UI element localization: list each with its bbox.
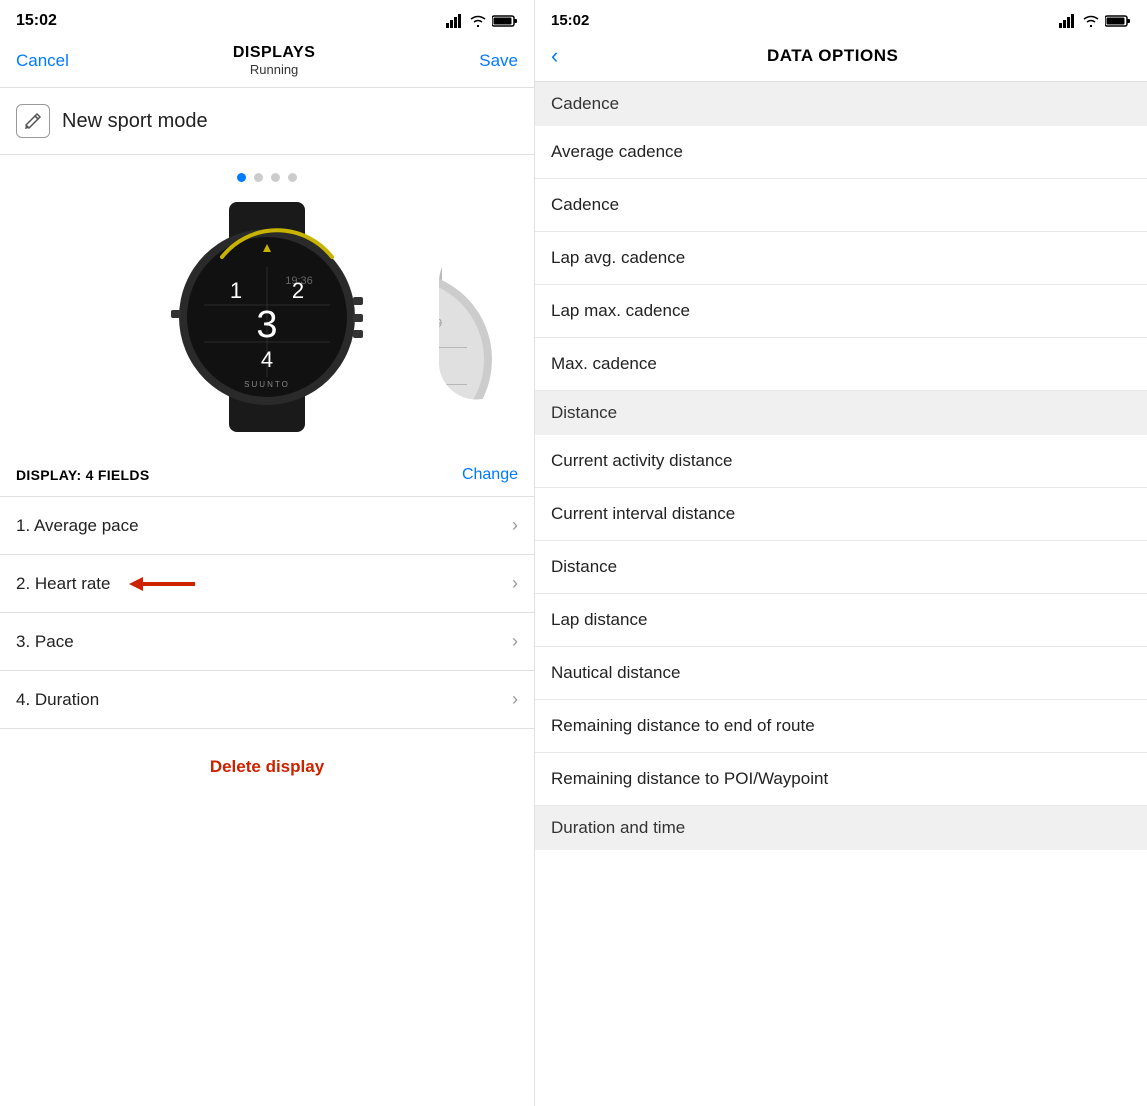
right-nav-bar: ‹ DATA OPTIONS bbox=[535, 37, 1147, 82]
option-lap-max-cadence[interactable]: Lap max. cadence bbox=[535, 285, 1147, 338]
left-panel: 15:02 Cancel bbox=[0, 0, 535, 1106]
field-label-3: 3. Pace bbox=[16, 632, 74, 652]
right-wifi-icon bbox=[1082, 14, 1100, 28]
chevron-icon-2: › bbox=[512, 573, 518, 594]
chevron-icon-4: › bbox=[512, 689, 518, 710]
right-battery-icon bbox=[1105, 14, 1131, 28]
field-label-1: 1. Average pace bbox=[16, 516, 139, 536]
option-max-cadence[interactable]: Max. cadence bbox=[535, 338, 1147, 391]
wifi-icon bbox=[469, 14, 487, 28]
data-options-title: DATA OPTIONS bbox=[767, 46, 898, 66]
svg-text:SUUNTO: SUUNTO bbox=[244, 380, 290, 389]
field-item-1[interactable]: 1. Average pace › bbox=[0, 497, 534, 555]
delete-display-section: Delete display bbox=[0, 729, 534, 777]
display-fields-title: DISPLAY: 4 FIELDS bbox=[16, 467, 149, 483]
field-item-2[interactable]: 2. Heart rate › bbox=[0, 555, 534, 613]
field-2-with-arrow: 2. Heart rate bbox=[16, 574, 199, 594]
left-nav-bar: Cancel DISPLAYS Running Save bbox=[0, 38, 534, 88]
option-remaining-route[interactable]: Remaining distance to end of route bbox=[535, 700, 1147, 753]
option-current-interval-distance[interactable]: Current interval distance bbox=[535, 488, 1147, 541]
signal-icon bbox=[446, 14, 464, 28]
left-status-icons bbox=[446, 14, 518, 28]
svg-text:19: 19 bbox=[439, 318, 442, 330]
field-label-4: 4. Duration bbox=[16, 690, 99, 710]
displays-title-block: DISPLAYS Running bbox=[233, 44, 316, 77]
option-nautical-distance[interactable]: Nautical distance bbox=[535, 647, 1147, 700]
svg-text:1: 1 bbox=[230, 278, 242, 303]
right-status-icons bbox=[1059, 14, 1131, 28]
watch-display-area: 19:36 1 2 3 4 SUUNTO bbox=[0, 192, 534, 452]
duration-header: Duration and time bbox=[535, 806, 1147, 850]
field-item-3[interactable]: 3. Pace › bbox=[0, 613, 534, 671]
cadence-header: Cadence bbox=[535, 82, 1147, 126]
field-item-4[interactable]: 4. Duration › bbox=[0, 671, 534, 729]
option-average-cadence[interactable]: Average cadence bbox=[535, 126, 1147, 179]
option-distance[interactable]: Distance bbox=[535, 541, 1147, 594]
sport-mode-label: New sport mode bbox=[62, 110, 208, 133]
save-button[interactable]: Save bbox=[479, 51, 518, 71]
left-status-bar: 15:02 bbox=[0, 0, 534, 38]
sport-mode-icon bbox=[16, 104, 50, 138]
left-time: 15:02 bbox=[16, 12, 57, 30]
chevron-icon-3: › bbox=[512, 631, 518, 652]
display-fields-header: DISPLAY: 4 FIELDS Change bbox=[0, 452, 534, 496]
watch-svg: 19:36 1 2 3 4 SUUNTO bbox=[157, 202, 377, 432]
dot-1[interactable] bbox=[237, 173, 246, 182]
cancel-button[interactable]: Cancel bbox=[16, 51, 69, 71]
dot-2[interactable] bbox=[254, 173, 263, 182]
svg-text:3: 3 bbox=[256, 304, 277, 346]
field-label-2: 2. Heart rate bbox=[16, 574, 111, 594]
change-button[interactable]: Change bbox=[462, 466, 518, 484]
dot-4[interactable] bbox=[288, 173, 297, 182]
option-remaining-poi[interactable]: Remaining distance to POI/Waypoint bbox=[535, 753, 1147, 806]
option-cadence[interactable]: Cadence bbox=[535, 179, 1147, 232]
svg-text:4: 4 bbox=[261, 347, 273, 372]
option-lap-avg-cadence[interactable]: Lap avg. cadence bbox=[535, 232, 1147, 285]
sport-mode-row[interactable]: New sport mode bbox=[0, 88, 534, 155]
svg-text:2: 2 bbox=[292, 278, 304, 303]
watch-peek: 1 3 19 5 bbox=[439, 245, 514, 400]
field-list: 1. Average pace › 2. Heart rate › 3. Pac… bbox=[0, 496, 534, 729]
right-panel: 15:02 ‹ DATA OPTIONS bbox=[535, 0, 1147, 1106]
option-current-activity-distance[interactable]: Current activity distance bbox=[535, 435, 1147, 488]
edit-icon bbox=[23, 111, 43, 131]
displays-subtitle: Running bbox=[233, 62, 316, 77]
chevron-icon-1: › bbox=[512, 515, 518, 536]
pagination-dots bbox=[0, 155, 534, 192]
red-arrow-indicator bbox=[129, 576, 199, 592]
back-button[interactable]: ‹ bbox=[551, 43, 558, 69]
displays-title: DISPLAYS bbox=[233, 44, 316, 62]
right-time: 15:02 bbox=[551, 12, 589, 29]
distance-header: Distance bbox=[535, 391, 1147, 435]
battery-icon bbox=[492, 14, 518, 28]
dot-3[interactable] bbox=[271, 173, 280, 182]
red-arrow-icon bbox=[129, 576, 199, 592]
right-signal-icon bbox=[1059, 14, 1077, 28]
data-options-list: Cadence Average cadence Cadence Lap avg.… bbox=[535, 82, 1147, 1106]
option-lap-distance[interactable]: Lap distance bbox=[535, 594, 1147, 647]
delete-display-button[interactable]: Delete display bbox=[210, 757, 324, 776]
right-status-bar: 15:02 bbox=[535, 0, 1147, 37]
